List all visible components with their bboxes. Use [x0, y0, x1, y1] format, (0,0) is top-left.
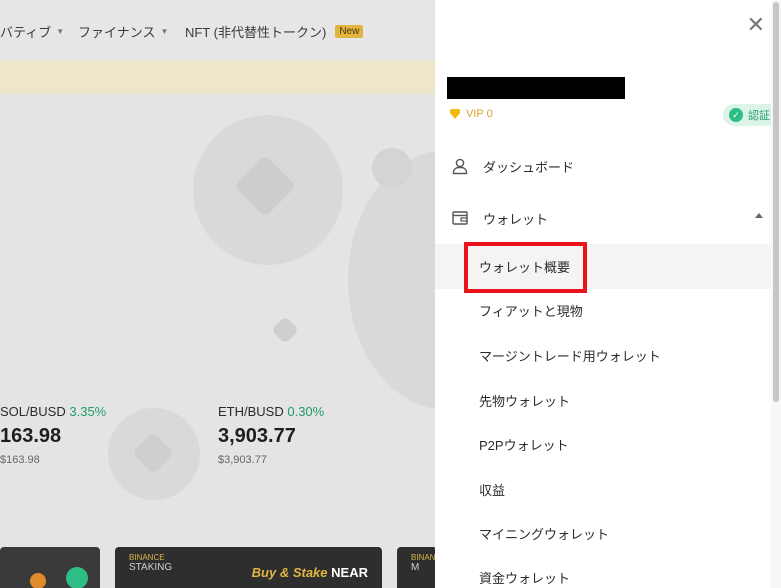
earn-item[interactable]: 収益: [435, 467, 781, 512]
promo-card[interactable]: [0, 547, 100, 588]
panel-scrollbar[interactable]: [771, 0, 781, 588]
coin-icon: [30, 573, 46, 588]
ticker-change: 0.30%: [287, 404, 325, 419]
p2p-wallet-item[interactable]: P2Pウォレット: [435, 422, 781, 467]
fiat-spot-item[interactable]: フィアットと現物: [435, 288, 781, 333]
redacted-username: [447, 77, 625, 99]
vip-label: VIP 0: [466, 108, 493, 120]
ticker-pair: ETH/BUSD 0.30%: [218, 404, 324, 419]
scrollbar-thumb[interactable]: [773, 2, 779, 402]
card-brand-sub: M: [411, 562, 420, 573]
mining-wallet-item[interactable]: マイニングウォレット: [435, 511, 781, 556]
ticker-pair: SOL/BUSD 3.35%: [0, 404, 106, 419]
decorative-coin: [372, 148, 412, 188]
decorative-coin: [348, 150, 435, 410]
check-icon: ✓: [729, 108, 743, 122]
card-headline: Buy & Stake NEAR: [252, 565, 368, 580]
staking-promo-card[interactable]: BINANCE STAKING Buy & Stake NEAR: [115, 547, 382, 588]
menu-item-label: ウォレット: [483, 211, 549, 227]
ticker-usd: $163.98: [0, 454, 40, 466]
ticker-price: 3,903.77: [218, 425, 296, 447]
nav-item-label: ファイナンス: [78, 25, 156, 40]
menu-item-dashboard[interactable]: ダッシュボード: [435, 146, 781, 186]
vip-level[interactable]: VIP 0: [449, 108, 493, 120]
nav-item-nft[interactable]: NFT (非代替性トークン) New: [185, 22, 364, 41]
submenu-label: 先物ウォレット: [479, 394, 571, 409]
coin-icon: [66, 567, 88, 588]
nav-item-label: バティブ: [0, 25, 52, 40]
wallet-icon: [451, 209, 469, 227]
highlight-annotation-box: [464, 242, 587, 293]
chevron-up-icon: [755, 213, 763, 218]
caret-down-icon: ▼: [56, 27, 65, 36]
vip-diamond-icon: [449, 109, 461, 119]
nav-item-label: NFT (非代替性トークン): [185, 25, 327, 40]
menu-item-label: ダッシュボード: [483, 159, 575, 175]
margin-wallet-item[interactable]: マージントレード用ウォレット: [435, 333, 781, 378]
ticker-usd: $3,903.77: [218, 454, 267, 466]
submenu-label: 資金ウォレット: [479, 571, 571, 586]
funding-wallet-item[interactable]: 資金ウォレット: [435, 555, 781, 588]
decorative-diamond: [270, 315, 300, 345]
background-page: バティブ ▼ ファイナンス ▼ NFT (非代替性トークン) New SOL/B…: [0, 0, 435, 588]
caret-down-icon: ▼: [160, 27, 169, 36]
submenu-label: 収益: [479, 483, 506, 498]
submenu-label: マージントレード用ウォレット: [479, 349, 661, 364]
submenu-label: フィアットと現物: [479, 304, 583, 319]
ticker-sol[interactable]: SOL/BUSD 3.35% 163.98 $163.98: [0, 404, 106, 466]
card-headline-text: Buy & Stake: [251, 565, 328, 580]
promo-card[interactable]: BINANCE M: [397, 547, 435, 588]
announcement-banner: [0, 60, 435, 94]
nav-item-finance[interactable]: ファイナンス ▼: [78, 22, 168, 41]
card-brand-sub: STAKING: [129, 562, 173, 573]
menu-item-wallet[interactable]: ウォレット: [435, 198, 781, 238]
close-icon[interactable]: ✕: [747, 14, 765, 36]
submenu-label: マイニングウォレット: [479, 527, 610, 542]
ticker-change: 3.35%: [69, 404, 107, 419]
ticker-pair-label: SOL/BUSD: [0, 404, 66, 419]
top-navigation: バティブ ▼ ファイナンス ▼ NFT (非代替性トークン) New: [0, 0, 435, 58]
ticker-price: 163.98: [0, 425, 62, 447]
card-brand: BINANCE: [411, 553, 435, 562]
card-brand: BINANCE: [129, 553, 165, 562]
verify-label: 認証: [748, 110, 770, 122]
card-headline-token: NEAR: [331, 565, 368, 580]
ticker-eth[interactable]: ETH/BUSD 0.30% 3,903.77 $3,903.77: [218, 404, 324, 466]
submenu-label: P2Pウォレット: [479, 438, 569, 453]
nav-item-derivatives[interactable]: バティブ ▼: [0, 22, 64, 41]
futures-wallet-item[interactable]: 先物ウォレット: [435, 378, 781, 423]
ticker-pair-label: ETH/BUSD: [218, 404, 284, 419]
account-side-panel: ✕ VIP 0 ✓ 認証 ダッシュボード ウォレット ウォレット概要 フィアット…: [435, 0, 781, 588]
user-icon: [451, 157, 469, 175]
new-badge: New: [335, 25, 364, 38]
